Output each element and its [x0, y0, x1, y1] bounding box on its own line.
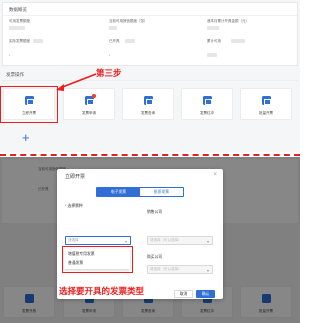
invoice-medium-tabs: 电子发票 纸质发票 [96, 187, 184, 197]
section-title: 发票操作 [6, 72, 24, 77]
notification-badge [92, 94, 96, 98]
blurred-value [207, 26, 219, 30]
blurred-value [125, 39, 135, 43]
select-placeholder: 请选择（可以选择） [150, 238, 182, 242]
field-label: 选择票种 [67, 204, 83, 208]
blurred-value [109, 26, 117, 30]
cancel-button[interactable]: 取消 [174, 290, 193, 298]
close-icon[interactable]: × [213, 172, 217, 178]
modal-title: 立即开票 [65, 174, 86, 180]
stat-label: 递本月累计开具金额（元） [207, 19, 249, 23]
stat-label: 实际发票额度 [9, 39, 30, 43]
select-placeholder: 请选择 [68, 238, 79, 242]
tab-electronic-invoice[interactable]: 电子发票 [97, 188, 140, 196]
invoice-type-label: * 选择票种 [65, 204, 83, 209]
batch-icon [262, 96, 271, 105]
instruction-annotation: 选择要开具的发票类型 [59, 286, 145, 296]
tab-paper-invoice[interactable]: 纸质发票 [140, 188, 183, 196]
top-panel: 数据概览 可用发票额度 当前可用授信额度（张） 递本月累计开具金额（元） 实际发… [0, 0, 300, 152]
card-title: 数据概览 [9, 7, 27, 12]
field-label: 购买公司 [147, 255, 163, 259]
stat-value: - [109, 53, 111, 57]
chevron-down-icon: ▾ [206, 267, 209, 273]
highlight-box [0, 86, 58, 123]
stat-label: 当前可用授信额度（张） [109, 19, 148, 23]
annotation-arrow [56, 73, 97, 91]
tile-invoice-query[interactable]: 发票查询 [122, 88, 174, 120]
data-overview-card: 数据概览 可用发票额度 当前可用授信额度（张） 递本月累计开具金额（元） 实际发… [2, 2, 298, 66]
section-separator [0, 154, 300, 156]
tile-invoice-reverse[interactable]: 发票红冲 [181, 88, 233, 120]
stat-label: 已开具 [109, 39, 120, 43]
blurred-value [231, 39, 245, 43]
blurred-value [207, 53, 217, 57]
stat-label: 可用发票额度 [9, 19, 30, 23]
search-doc-icon [144, 96, 153, 105]
confirm-button[interactable]: 确认 [196, 290, 215, 298]
stat-value: - [9, 53, 11, 57]
tile-label: 发票申请 [82, 111, 96, 115]
field-label: 销售公司 [147, 210, 163, 214]
required-mark: * [65, 204, 67, 208]
tile-batch-invoice[interactable]: 批量开票 [240, 88, 292, 120]
divider [2, 80, 298, 81]
chevron-down-icon: ▾ [124, 238, 127, 244]
invoice-type-select[interactable]: 请选择 ▾ [65, 236, 131, 245]
blurred-value [9, 26, 25, 30]
highlight-box [62, 246, 133, 273]
issue-invoice-modal: 立即开票 × 电子发票 纸质发票 * 选择票种 请选择 ▾ 销售公司 请选择（可… [57, 169, 223, 299]
buyer-select[interactable]: 请选择（可以选择） ▾ [147, 265, 213, 274]
tile-label: 发票红冲 [200, 111, 214, 115]
select-placeholder: 请选择（可以选择） [150, 267, 182, 271]
reverse-icon [203, 96, 212, 105]
tile-label: 发票查询 [141, 111, 155, 115]
blurred-value [33, 39, 43, 43]
tile-label: 批量开票 [259, 111, 273, 115]
step-annotation: 第三步 [96, 68, 122, 78]
bottom-panel: 当前可用授信额度 已开具 发票开具 发票申请 发票查询 发票红冲 批量开票 立即… [0, 157, 300, 323]
seller-select[interactable]: 请选择（可以选择） ▾ [147, 236, 213, 245]
divider [3, 15, 297, 16]
stat-label: 累计可用 [207, 39, 221, 43]
chevron-down-icon: ▾ [206, 238, 209, 244]
add-icon[interactable]: + [22, 131, 30, 144]
